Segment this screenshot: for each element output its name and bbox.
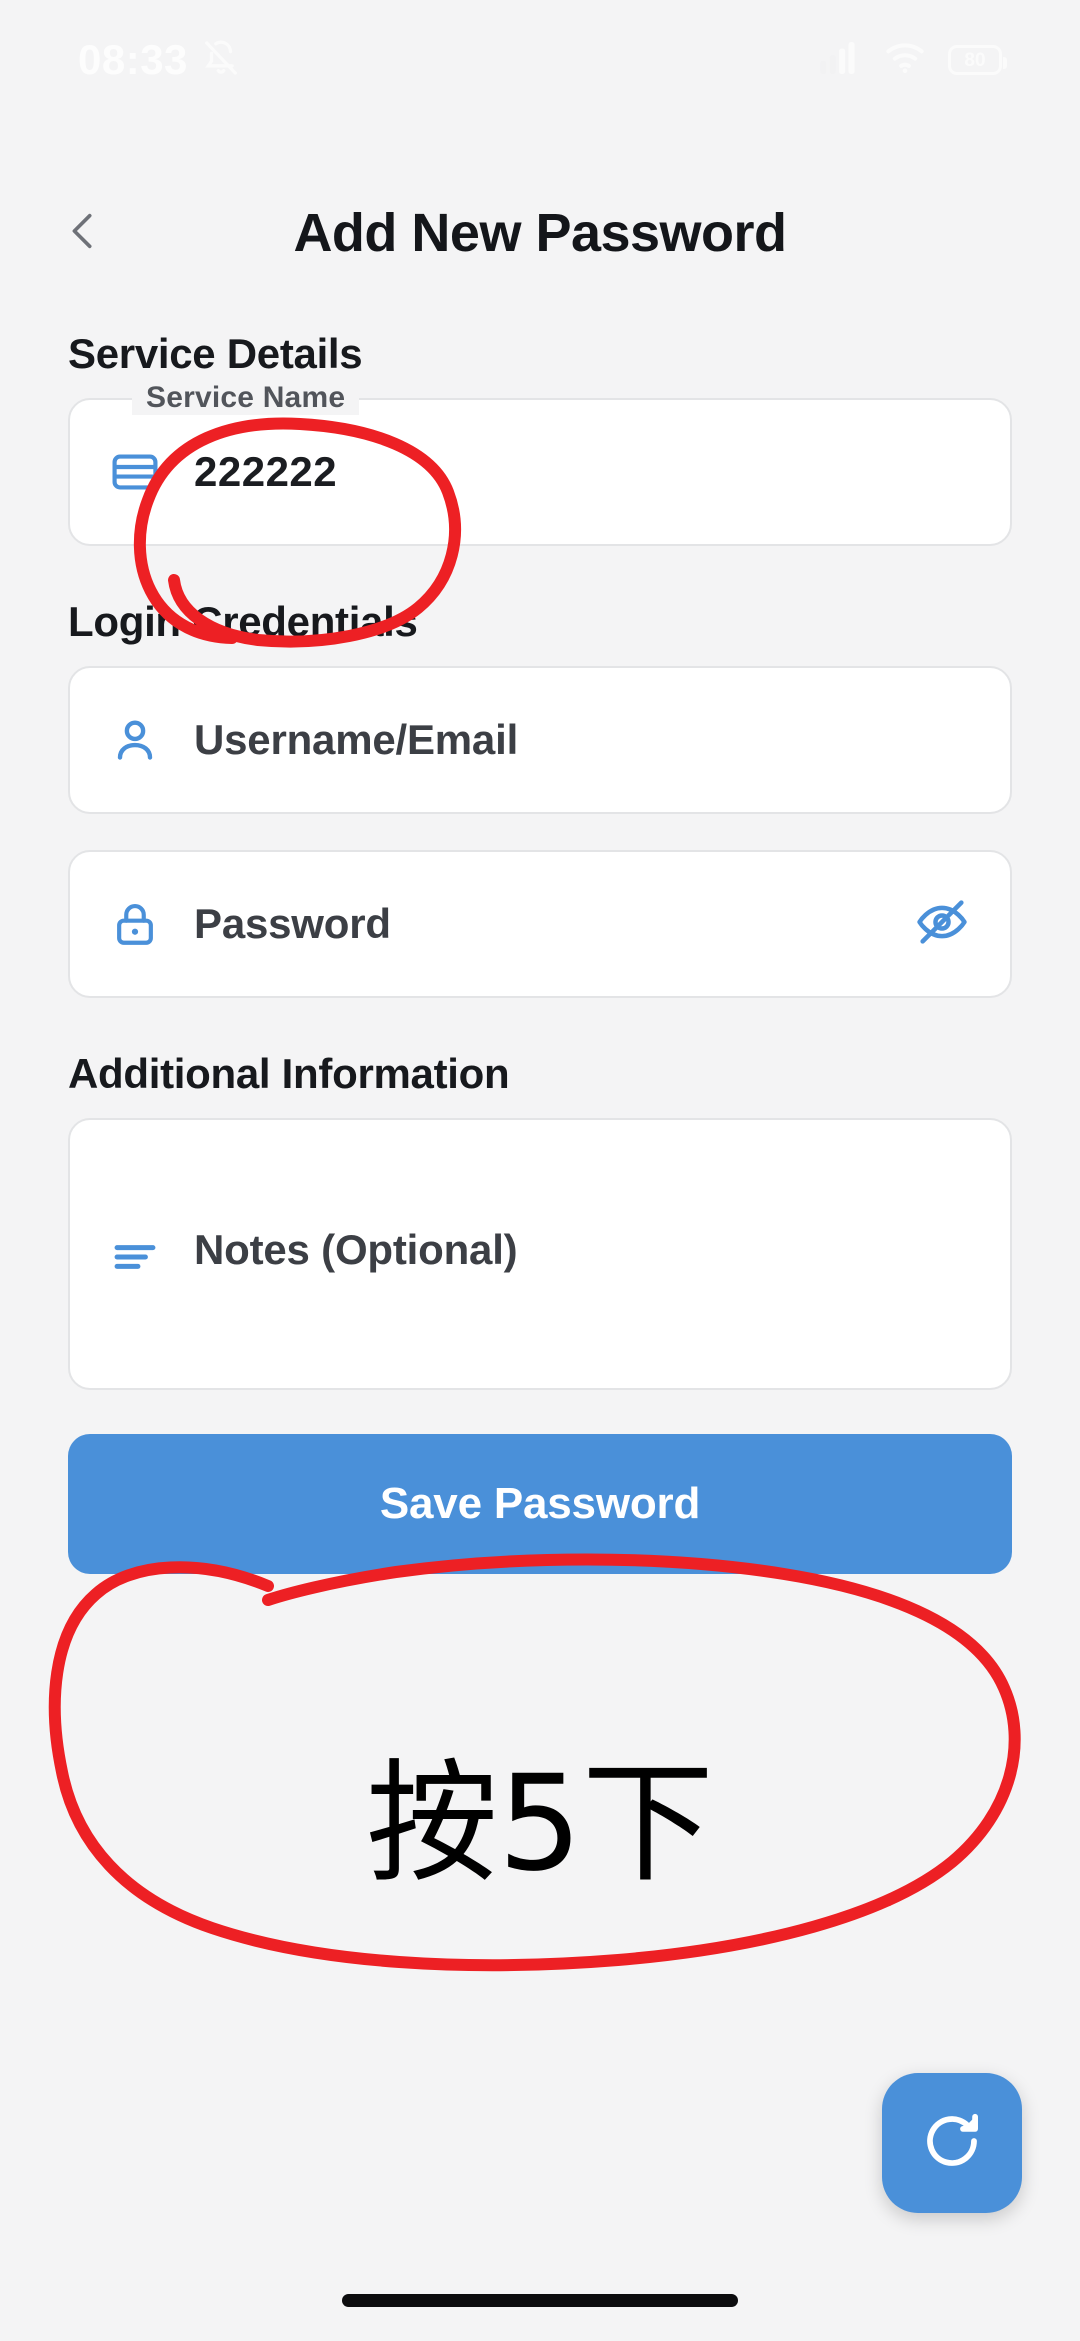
chevron-left-icon — [60, 208, 106, 259]
annotation-note-text: 按5下 — [366, 1747, 714, 1901]
service-name-label: Service Name — [132, 381, 360, 415]
service-name-value: 222222 — [194, 448, 338, 495]
app-screen: 08:33 80 Add New Password Service Detail… — [0, 0, 1080, 2341]
notes-placeholder: Notes (Optional) — [194, 1226, 518, 1273]
app-header: Add New Password — [0, 178, 1080, 288]
username-field[interactable]: Username/Email — [68, 666, 1012, 814]
password-field[interactable]: Password — [68, 850, 1012, 998]
cellular-signal-icon — [820, 41, 862, 79]
form-content: Service Details Service Name 222222 Logi… — [0, 330, 1080, 1574]
notes-field[interactable]: Notes (Optional) — [68, 1118, 1012, 1390]
section-title-additional: Additional Information — [68, 1050, 510, 1097]
password-placeholder: Password — [194, 900, 391, 947]
page-title: Add New Password — [293, 203, 787, 263]
credit-card-icon — [104, 441, 166, 503]
home-indicator — [342, 2294, 738, 2307]
battery-indicator: 80 — [948, 45, 1007, 75]
bell-muted-icon — [202, 39, 240, 82]
battery-level-label: 80 — [964, 49, 986, 71]
wifi-icon — [884, 42, 926, 79]
username-placeholder: Username/Email — [194, 716, 519, 763]
section-title-service: Service Details — [68, 330, 363, 377]
back-button[interactable] — [48, 198, 118, 268]
lock-icon — [104, 893, 166, 955]
refresh-fab-button[interactable] — [882, 2073, 1022, 2213]
notes-lines-icon — [104, 1226, 166, 1288]
status-bar-clock: 08:33 — [78, 36, 188, 83]
eye-off-icon — [915, 895, 969, 954]
password-visibility-toggle[interactable] — [910, 892, 974, 956]
refresh-icon — [919, 2108, 985, 2179]
status-bar: 08:33 80 — [0, 0, 1080, 120]
service-name-field[interactable]: Service Name 222222 — [68, 381, 1012, 546]
save-password-button[interactable]: Save Password — [68, 1434, 1012, 1574]
person-icon — [104, 709, 166, 771]
status-bar-right: 80 — [820, 41, 1007, 79]
status-bar-left: 08:33 — [78, 39, 240, 82]
section-title-login: Login Credentials — [68, 598, 418, 645]
